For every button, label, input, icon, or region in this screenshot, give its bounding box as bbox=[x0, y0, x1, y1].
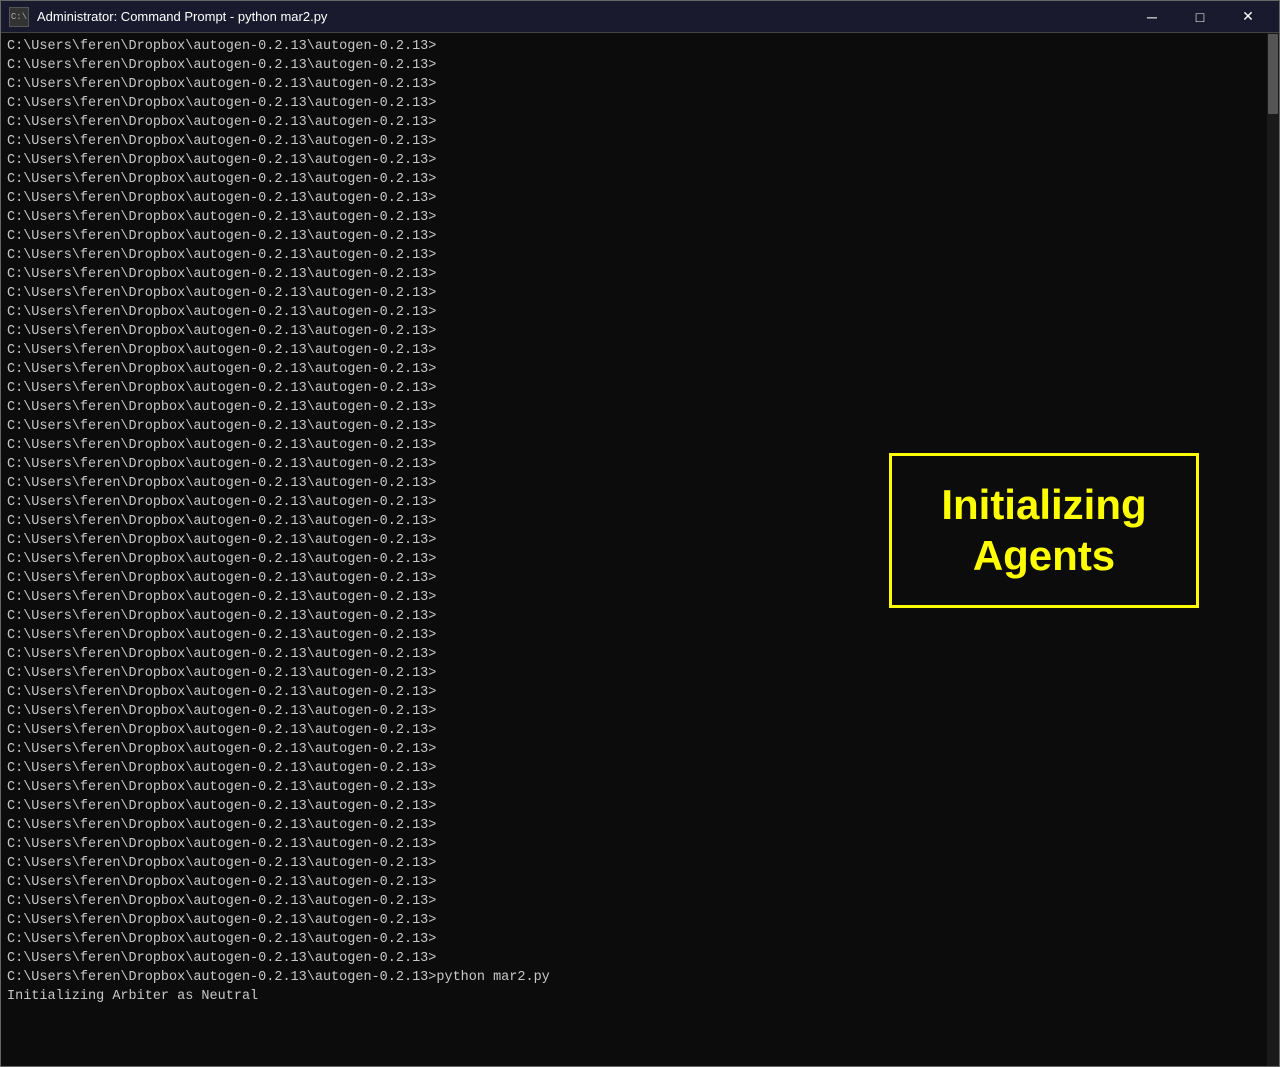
terminal-line: C:\Users\feren\Dropbox\autogen-0.2.13\au… bbox=[7, 816, 1261, 835]
terminal-line: C:\Users\feren\Dropbox\autogen-0.2.13\au… bbox=[7, 37, 1261, 56]
scrollbar[interactable] bbox=[1267, 33, 1279, 1066]
terminal-line: C:\Users\feren\Dropbox\autogen-0.2.13\au… bbox=[7, 740, 1261, 759]
overlay-line1: Initializing bbox=[941, 481, 1146, 528]
close-button[interactable]: ✕ bbox=[1225, 3, 1271, 31]
terminal-line: C:\Users\feren\Dropbox\autogen-0.2.13\au… bbox=[7, 303, 1261, 322]
terminal-line: C:\Users\feren\Dropbox\autogen-0.2.13\au… bbox=[7, 664, 1261, 683]
terminal-body[interactable]: C:\Users\feren\Dropbox\autogen-0.2.13\au… bbox=[1, 33, 1279, 1066]
terminal-line: C:\Users\feren\Dropbox\autogen-0.2.13\au… bbox=[7, 170, 1261, 189]
window-icon: C:\ bbox=[9, 7, 29, 27]
title-bar: C:\ Administrator: Command Prompt - pyth… bbox=[1, 1, 1279, 33]
terminal-line: C:\Users\feren\Dropbox\autogen-0.2.13\au… bbox=[7, 151, 1261, 170]
terminal-line: C:\Users\feren\Dropbox\autogen-0.2.13\au… bbox=[7, 56, 1261, 75]
terminal-line: C:\Users\feren\Dropbox\autogen-0.2.13\au… bbox=[7, 246, 1261, 265]
terminal-line: C:\Users\feren\Dropbox\autogen-0.2.13\au… bbox=[7, 835, 1261, 854]
terminal-line: C:\Users\feren\Dropbox\autogen-0.2.13\au… bbox=[7, 721, 1261, 740]
terminal-line: C:\Users\feren\Dropbox\autogen-0.2.13\au… bbox=[7, 645, 1261, 664]
terminal-line: C:\Users\feren\Dropbox\autogen-0.2.13\au… bbox=[7, 626, 1261, 645]
terminal-line: C:\Users\feren\Dropbox\autogen-0.2.13\au… bbox=[7, 417, 1261, 436]
terminal-line: C:\Users\feren\Dropbox\autogen-0.2.13\au… bbox=[7, 911, 1261, 930]
overlay-line2: Agents bbox=[973, 532, 1115, 579]
terminal-line: C:\Users\feren\Dropbox\autogen-0.2.13\au… bbox=[7, 360, 1261, 379]
terminal-line: C:\Users\feren\Dropbox\autogen-0.2.13\au… bbox=[7, 949, 1261, 968]
terminal-line: C:\Users\feren\Dropbox\autogen-0.2.13\au… bbox=[7, 265, 1261, 284]
terminal-output-line: Initializing Arbiter as Neutral bbox=[7, 987, 1261, 1006]
terminal-line: C:\Users\feren\Dropbox\autogen-0.2.13\au… bbox=[7, 132, 1261, 151]
terminal-line: C:\Users\feren\Dropbox\autogen-0.2.13\au… bbox=[7, 854, 1261, 873]
terminal-line: C:\Users\feren\Dropbox\autogen-0.2.13\au… bbox=[7, 778, 1261, 797]
terminal-line: C:\Users\feren\Dropbox\autogen-0.2.13\au… bbox=[7, 683, 1261, 702]
terminal-line: C:\Users\feren\Dropbox\autogen-0.2.13\au… bbox=[7, 322, 1261, 341]
terminal-line: C:\Users\feren\Dropbox\autogen-0.2.13\au… bbox=[7, 341, 1261, 360]
terminal-line: C:\Users\feren\Dropbox\autogen-0.2.13\au… bbox=[7, 227, 1261, 246]
terminal-line: C:\Users\feren\Dropbox\autogen-0.2.13\au… bbox=[7, 398, 1261, 417]
terminal-line: C:\Users\feren\Dropbox\autogen-0.2.13\au… bbox=[7, 113, 1261, 132]
terminal-line: C:\Users\feren\Dropbox\autogen-0.2.13\au… bbox=[7, 930, 1261, 949]
terminal-line: C:\Users\feren\Dropbox\autogen-0.2.13\au… bbox=[7, 892, 1261, 911]
terminal-command-line: C:\Users\feren\Dropbox\autogen-0.2.13\au… bbox=[7, 968, 1261, 987]
terminal-line: C:\Users\feren\Dropbox\autogen-0.2.13\au… bbox=[7, 379, 1261, 398]
overlay-text: Initializing Agents bbox=[941, 480, 1146, 581]
terminal-line: C:\Users\feren\Dropbox\autogen-0.2.13\au… bbox=[7, 94, 1261, 113]
window-controls: ─ □ ✕ bbox=[1129, 3, 1271, 31]
terminal-line: C:\Users\feren\Dropbox\autogen-0.2.13\au… bbox=[7, 208, 1261, 227]
maximize-button[interactable]: □ bbox=[1177, 3, 1223, 31]
terminal-line: C:\Users\feren\Dropbox\autogen-0.2.13\au… bbox=[7, 75, 1261, 94]
scrollbar-thumb[interactable] bbox=[1268, 34, 1278, 114]
terminal-line: C:\Users\feren\Dropbox\autogen-0.2.13\au… bbox=[7, 284, 1261, 303]
terminal-line: C:\Users\feren\Dropbox\autogen-0.2.13\au… bbox=[7, 189, 1261, 208]
initializing-agents-overlay: Initializing Agents bbox=[889, 453, 1199, 608]
terminal-line: C:\Users\feren\Dropbox\autogen-0.2.13\au… bbox=[7, 873, 1261, 892]
minimize-button[interactable]: ─ bbox=[1129, 3, 1175, 31]
terminal-line: C:\Users\feren\Dropbox\autogen-0.2.13\au… bbox=[7, 702, 1261, 721]
terminal-line: C:\Users\feren\Dropbox\autogen-0.2.13\au… bbox=[7, 759, 1261, 778]
title-bar-text: Administrator: Command Prompt - python m… bbox=[37, 9, 1129, 24]
terminal-line: C:\Users\feren\Dropbox\autogen-0.2.13\au… bbox=[7, 607, 1261, 626]
cmd-window: C:\ Administrator: Command Prompt - pyth… bbox=[0, 0, 1280, 1067]
terminal-line: C:\Users\feren\Dropbox\autogen-0.2.13\au… bbox=[7, 797, 1261, 816]
